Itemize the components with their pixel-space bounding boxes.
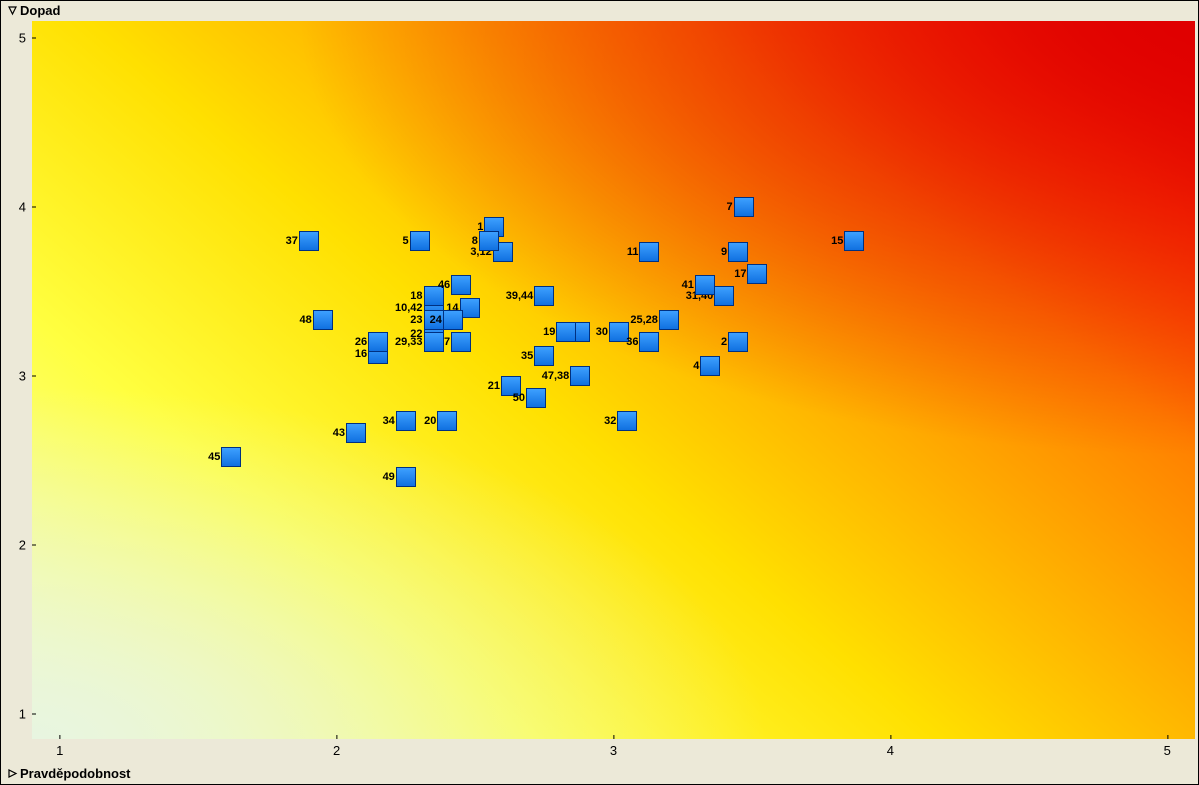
data-point[interactable]: [313, 310, 333, 330]
data-point[interactable]: [451, 332, 471, 352]
data-point-label: 39,44: [506, 290, 535, 302]
data-point[interactable]: [221, 447, 241, 467]
data-point-label: 18: [410, 290, 423, 302]
data-point-label: 5: [403, 235, 410, 247]
x-tick: 5: [1164, 739, 1171, 758]
plot-area: 1234512345123,1245678910,421114151617181…: [32, 21, 1195, 739]
data-point-label: 24: [430, 314, 443, 326]
data-point-label: 50: [513, 392, 526, 404]
data-point[interactable]: [639, 242, 659, 262]
data-point[interactable]: [534, 286, 554, 306]
data-point-label: 48: [300, 314, 313, 326]
data-point-label: 20: [424, 415, 437, 427]
data-point[interactable]: [556, 322, 576, 342]
data-point[interactable]: [659, 310, 679, 330]
data-point-label: 46: [438, 279, 451, 291]
data-point[interactable]: [437, 411, 457, 431]
data-point-label: 8: [472, 235, 479, 247]
x-tick: 1: [56, 739, 63, 758]
data-point[interactable]: [396, 467, 416, 487]
data-point-label: 36: [626, 336, 639, 348]
data-point-label: 25,28: [630, 314, 659, 326]
data-point[interactable]: [617, 411, 637, 431]
y-tick: 2: [19, 537, 32, 552]
data-point[interactable]: [526, 388, 546, 408]
data-point-label: 11: [627, 246, 640, 258]
y-tick: 5: [19, 30, 32, 45]
y-tick: 4: [19, 199, 32, 214]
data-point[interactable]: [728, 242, 748, 262]
data-point[interactable]: [639, 332, 659, 352]
data-point[interactable]: [728, 332, 748, 352]
data-point-label: 30: [596, 326, 609, 338]
data-point-label: 9: [721, 246, 728, 258]
data-point-label: 45: [208, 451, 221, 463]
data-point[interactable]: [714, 286, 734, 306]
data-point[interactable]: [734, 197, 754, 217]
data-point-label: 49: [383, 471, 396, 483]
data-point-label: 17: [734, 268, 747, 280]
x-axis-label: Pravděpodobnost: [20, 766, 131, 781]
data-point[interactable]: [844, 231, 864, 251]
data-point[interactable]: [747, 264, 767, 284]
y-axis-header: Dopad: [3, 2, 60, 20]
data-point[interactable]: [534, 346, 554, 366]
x-tick: 2: [333, 739, 340, 758]
data-point-label: 43: [333, 427, 346, 439]
data-point-label: 32: [604, 415, 617, 427]
data-point-label: 29,33: [395, 336, 424, 348]
data-point-label: 37: [286, 235, 299, 247]
data-point[interactable]: [346, 423, 366, 443]
data-point[interactable]: [443, 310, 463, 330]
data-point-label: 21: [488, 380, 501, 392]
data-point[interactable]: [410, 231, 430, 251]
y-tick: 1: [19, 706, 32, 721]
y-tick: 3: [19, 368, 32, 383]
x-tick: 3: [610, 739, 617, 758]
data-point-label: 34: [383, 415, 396, 427]
data-point[interactable]: [396, 411, 416, 431]
data-point-label: 47,38: [542, 370, 571, 382]
data-point-label: 4: [693, 360, 700, 372]
y-axis-label: Dopad: [20, 3, 60, 18]
data-point[interactable]: [479, 231, 499, 251]
data-point[interactable]: [424, 332, 444, 352]
chart-frame: Dopad Pravděpodobnost 1234512345123,1245…: [0, 0, 1199, 785]
arrow-down-icon: [7, 3, 18, 21]
data-point-label: 2: [721, 336, 728, 348]
data-point-label: 41: [682, 279, 695, 291]
data-point-label: 23: [410, 314, 423, 326]
plot-container: 1234512345123,1245678910,421114151617181…: [4, 21, 1195, 764]
data-point[interactable]: [451, 275, 471, 295]
data-point-label: 19: [543, 326, 556, 338]
data-point-label: 16: [355, 348, 368, 360]
x-tick: 4: [887, 739, 894, 758]
data-point-label: 35: [521, 350, 534, 362]
data-point-label: 26: [355, 336, 368, 348]
arrow-right-icon: [7, 766, 18, 784]
data-point[interactable]: [700, 356, 720, 376]
data-point[interactable]: [695, 275, 715, 295]
data-point-label: 7: [727, 201, 734, 213]
data-point[interactable]: [570, 366, 590, 386]
data-point[interactable]: [299, 231, 319, 251]
x-axis-header: Pravděpodobnost: [3, 765, 131, 783]
data-point-label: 10,42: [395, 302, 424, 314]
data-point-label: 15: [831, 235, 844, 247]
data-point[interactable]: [368, 332, 388, 352]
